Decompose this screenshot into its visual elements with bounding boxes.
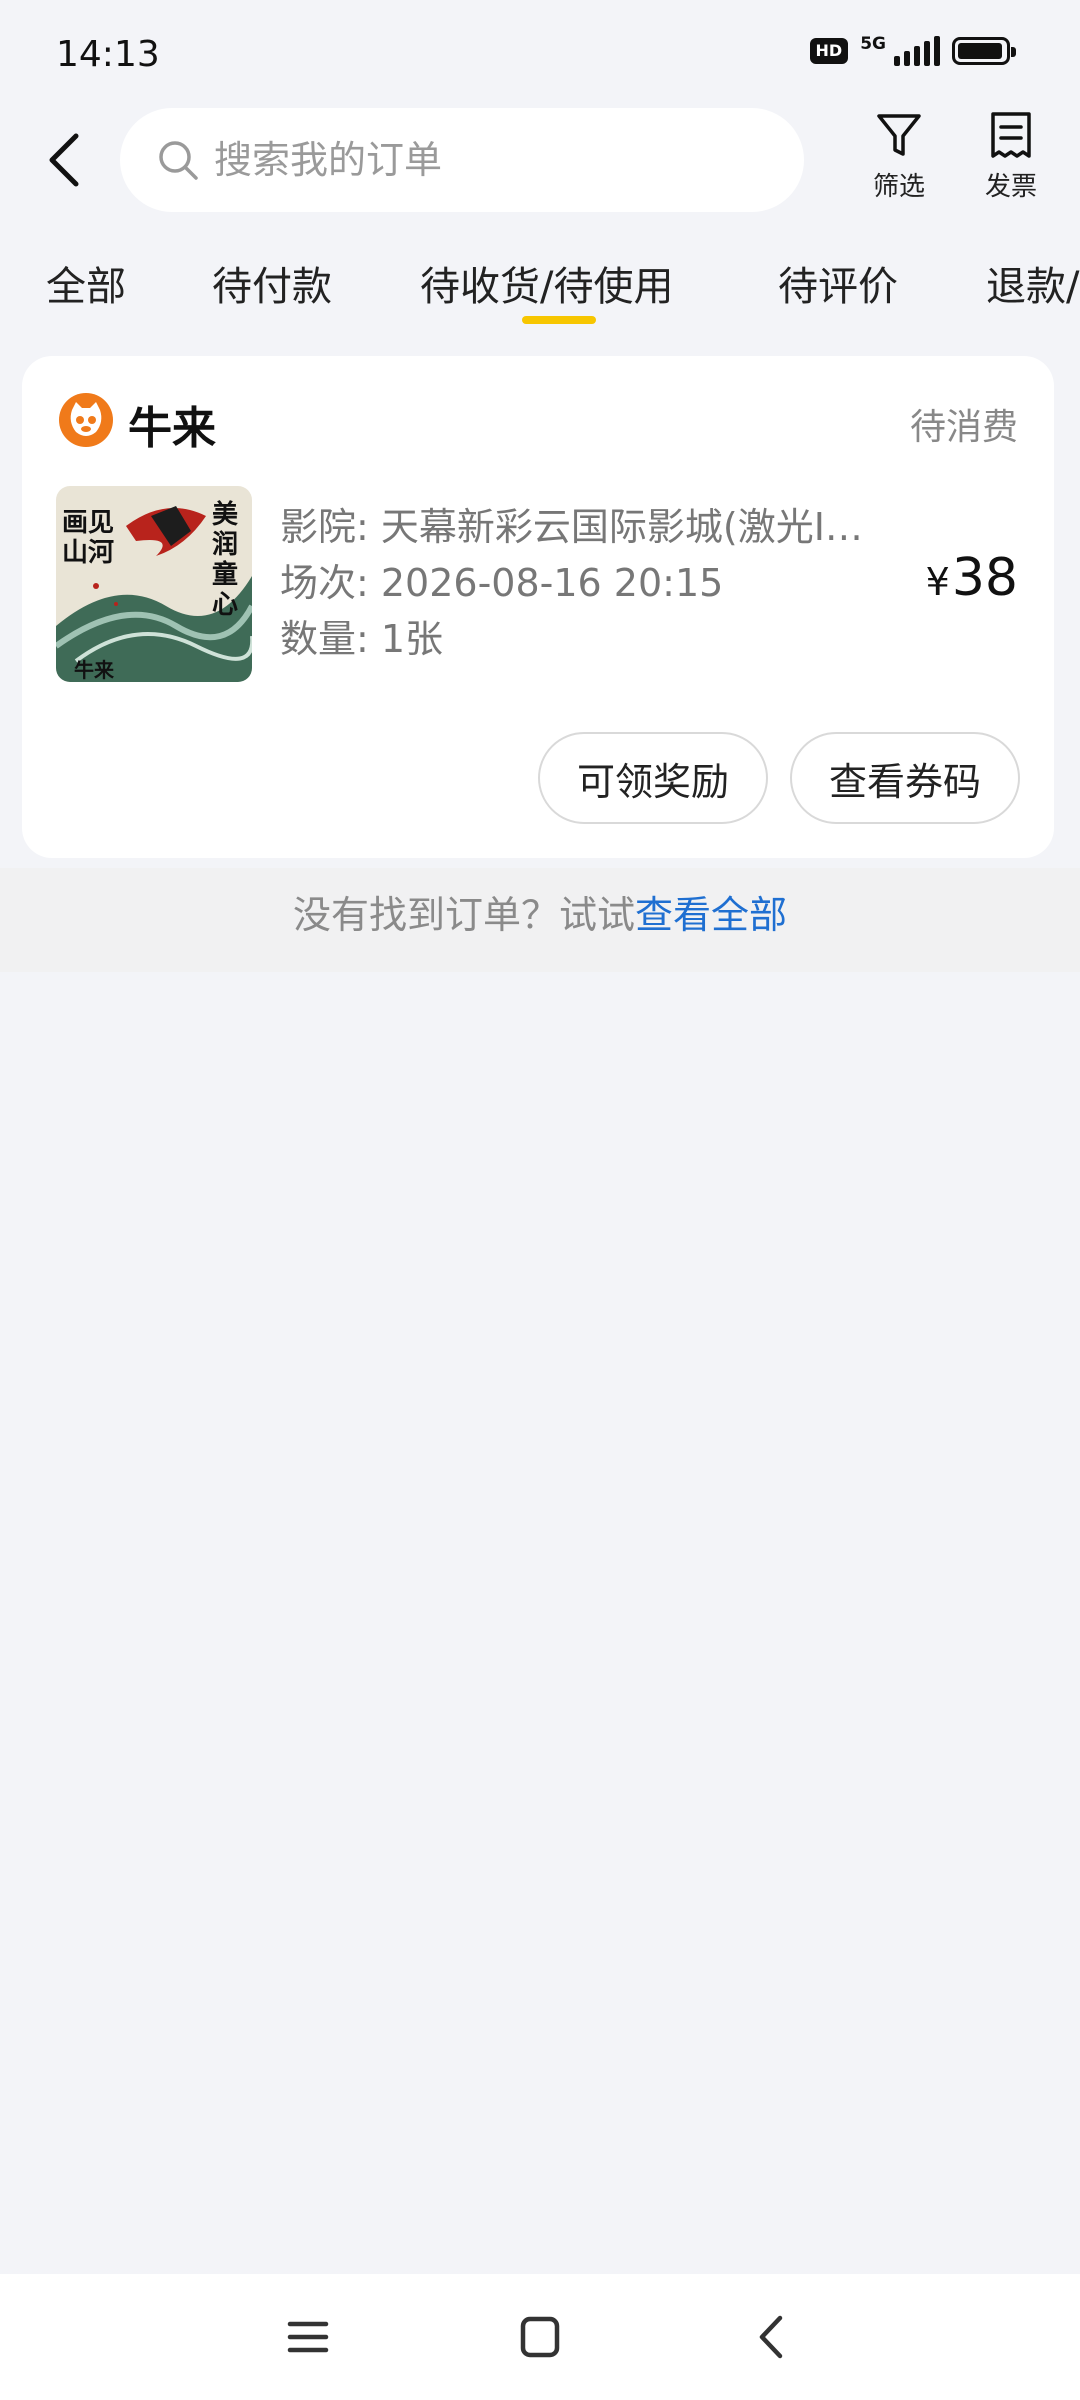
signal-icon bbox=[894, 36, 940, 66]
filter-button[interactable]: 筛选 bbox=[854, 110, 944, 203]
menu-button[interactable] bbox=[278, 2312, 338, 2362]
chevron-left-icon bbox=[49, 133, 79, 187]
filter-funnel-icon bbox=[877, 114, 921, 156]
tab-all[interactable]: 全部 bbox=[46, 254, 126, 312]
network-type: 5G bbox=[860, 34, 886, 54]
status-time: 14:13 bbox=[56, 34, 160, 75]
claim-reward-button[interactable]: 可领奖励 bbox=[538, 732, 768, 824]
battery-icon bbox=[952, 37, 1016, 65]
menu-icon bbox=[287, 2321, 329, 2353]
order-tabs: 全部 待付款 待收货/待使用 待评价 退款/售后 bbox=[0, 250, 1080, 330]
tab-pending-payment[interactable]: 待付款 bbox=[212, 254, 332, 312]
active-tab-indicator bbox=[522, 316, 596, 324]
cinema-info: 影院: 天幕新彩云国际影城(激光IMAX店) bbox=[280, 505, 880, 549]
home-square-icon bbox=[520, 2316, 560, 2358]
home-button[interactable] bbox=[510, 2312, 570, 2362]
poster-title-right: 美润童心 bbox=[212, 500, 239, 620]
order-status: 待消费 bbox=[909, 407, 1018, 448]
search-bar[interactable] bbox=[120, 108, 804, 212]
back-button[interactable] bbox=[38, 128, 98, 192]
view-all-link[interactable]: 查看全部 bbox=[635, 893, 787, 937]
price-value: 38 bbox=[951, 548, 1018, 608]
hint-text: 没有找到订单？试试 bbox=[292, 893, 635, 937]
search-header: 筛选 发票 bbox=[0, 108, 1080, 212]
hd-badge: HD bbox=[809, 38, 849, 64]
quantity-info: 数量: 1张 bbox=[280, 617, 444, 661]
invoice-label: 发票 bbox=[984, 172, 1037, 202]
tab-pending-use[interactable]: 待收货/待使用 bbox=[420, 254, 673, 312]
back-triangle-icon bbox=[759, 2315, 783, 2359]
filter-label: 筛选 bbox=[872, 172, 925, 202]
tab-pending-review[interactable]: 待评价 bbox=[778, 254, 898, 312]
view-coupon-code-button[interactable]: 查看券码 bbox=[790, 732, 1020, 824]
currency-symbol: ¥ bbox=[925, 560, 950, 604]
order-price: ¥38 bbox=[926, 548, 1018, 608]
status-bar: 14:13 HD 5G bbox=[0, 0, 1080, 110]
tab-refund[interactable]: 退款/售后 bbox=[986, 254, 1080, 312]
session-info: 场次: 2026-08-16 20:15 bbox=[280, 561, 724, 605]
shop-name[interactable]: 牛来 bbox=[128, 392, 216, 456]
shop-logo-icon bbox=[59, 393, 113, 447]
poster-title-left: 画见山河 bbox=[62, 508, 115, 568]
order-card[interactable]: 牛来 待消费 美润童心 画见山河 牛来 影院: 天幕新彩云国际影城(激光IMAX… bbox=[22, 356, 1054, 858]
search-input[interactable] bbox=[212, 137, 736, 183]
invoice-button[interactable]: 发票 bbox=[966, 110, 1056, 203]
no-order-hint: 没有找到订单？试试查看全部 bbox=[0, 884, 1080, 939]
system-back-button[interactable] bbox=[742, 2312, 802, 2362]
status-indicators: HD 5G bbox=[809, 34, 1016, 66]
search-icon bbox=[159, 141, 198, 180]
system-nav-bar bbox=[0, 2274, 1080, 2400]
poster-brand: 牛来 bbox=[74, 658, 114, 682]
movie-poster[interactable]: 美润童心 画见山河 牛来 bbox=[56, 486, 252, 682]
receipt-icon bbox=[991, 112, 1031, 158]
